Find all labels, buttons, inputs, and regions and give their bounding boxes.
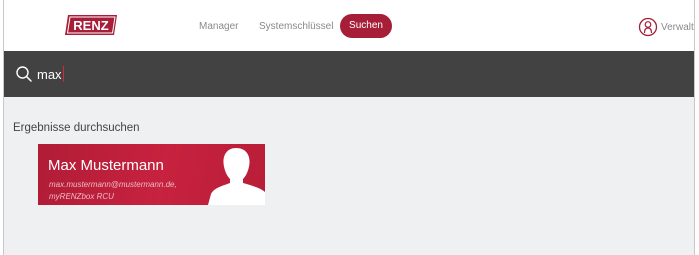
- logo-text: RENZ: [73, 18, 108, 33]
- search-input[interactable]: [37, 63, 337, 85]
- nav-item-search[interactable]: Suchen: [340, 14, 392, 38]
- user-icon[interactable]: [638, 17, 658, 37]
- user-menu-label[interactable]: Verwalter: [661, 22, 694, 33]
- person-silhouette-icon: [208, 148, 265, 205]
- renz-logo[interactable]: RENZ: [65, 13, 120, 37]
- result-card[interactable]: Max Mustermann max.mustermann@mustermann…: [38, 144, 265, 205]
- nav-item-system-keys[interactable]: Systemschlüssel: [259, 21, 333, 33]
- app-window: RENZ Manager Systemschlüssel Suchen Verw…: [3, 0, 695, 255]
- nav-item-manager[interactable]: Manager: [199, 21, 238, 33]
- search-bar: [4, 51, 694, 97]
- top-navigation-bar: RENZ Manager Systemschlüssel Suchen Verw…: [4, 0, 694, 51]
- result-device: myRENZbox RCU: [49, 192, 114, 201]
- results-heading: Ergebnisse durchsuchen: [13, 122, 140, 134]
- search-icon[interactable]: [15, 65, 33, 83]
- text-caret: [63, 66, 64, 82]
- result-name: Max Mustermann: [48, 157, 164, 174]
- result-email: max.mustermann@mustermann.de,: [49, 180, 177, 189]
